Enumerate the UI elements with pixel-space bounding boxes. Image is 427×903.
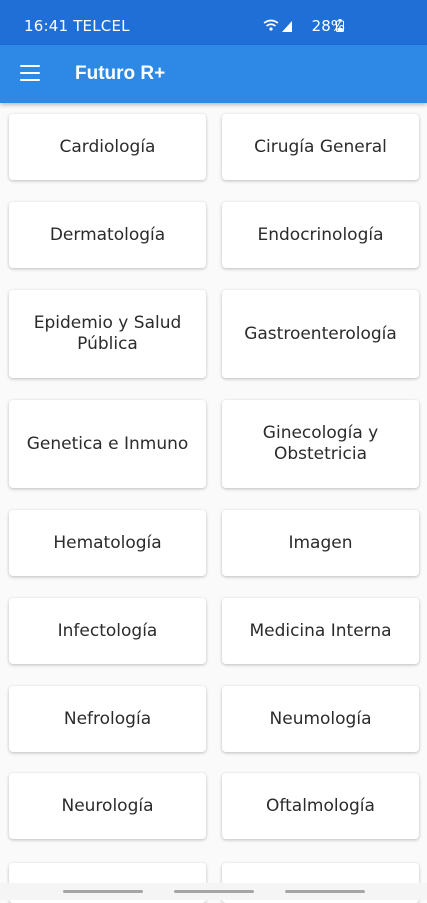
system-navigation-bar: [0, 883, 427, 900]
app-bar: Futuro R+: [0, 45, 427, 103]
specialty-card-gastroenterologia[interactable]: Gastroenterología: [222, 290, 419, 378]
specialty-card-dermatologia[interactable]: Dermatología: [9, 202, 206, 268]
specialty-card-infectologia[interactable]: Infectología: [9, 598, 206, 664]
specialty-card-epidemio-salud-publica[interactable]: Epidemio y Salud Pública: [9, 290, 206, 378]
specialty-card-ginecologia-obstetricia[interactable]: Ginecología y Obstetricia: [222, 400, 419, 488]
battery-icon: [336, 19, 344, 32]
specialty-card-medicina-interna[interactable]: Medicina Interna: [222, 598, 419, 664]
status-bar: 16:41 TELCEL 28%: [0, 0, 427, 45]
specialty-card-hematologia[interactable]: Hematología: [9, 510, 206, 576]
specialty-card-oftalmologia[interactable]: Oftalmología: [222, 773, 419, 839]
specialty-card-cirugia-general[interactable]: Cirugía General: [222, 114, 419, 180]
hamburger-menu-icon[interactable]: [20, 65, 40, 83]
status-time-carrier: 16:41 TELCEL: [24, 17, 130, 35]
home-nav-handle[interactable]: [174, 890, 254, 893]
back-nav-handle[interactable]: [285, 890, 365, 893]
recents-nav-handle[interactable]: [63, 890, 143, 893]
wifi-signal-icon: [263, 19, 292, 32]
specialty-card-neurologia[interactable]: Neurología: [9, 773, 206, 839]
specialty-card-genetica-inmuno[interactable]: Genetica e Inmuno: [9, 400, 206, 488]
specialty-card-imagen[interactable]: Imagen: [222, 510, 419, 576]
specialty-grid: Cardiología Cirugía General Dermatología…: [0, 103, 427, 903]
specialty-card-nefrologia[interactable]: Nefrología: [9, 686, 206, 752]
specialty-card-neumologia[interactable]: Neumología: [222, 686, 419, 752]
app-title: Futuro R+: [75, 63, 166, 84]
specialty-card-cardiologia[interactable]: Cardiología: [9, 114, 206, 180]
specialty-card-endocrinologia[interactable]: Endocrinología: [222, 202, 419, 268]
